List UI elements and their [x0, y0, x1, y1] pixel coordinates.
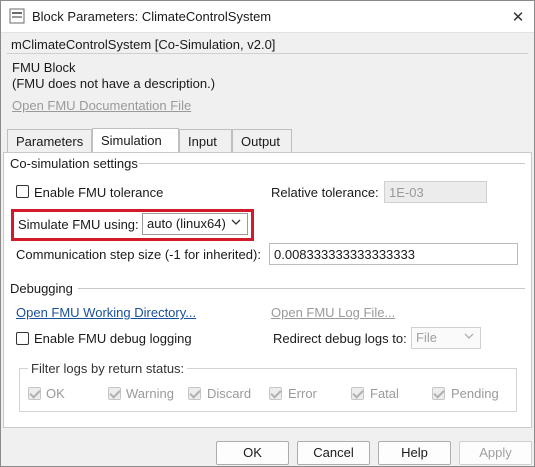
block-description: (FMU does not have a description.) [12, 76, 216, 91]
apply-button: Apply [459, 441, 532, 465]
redirect-logs-label: Redirect debug logs to: [273, 331, 407, 346]
filter-pending-checkbox [432, 387, 445, 400]
title-separator [1, 32, 534, 33]
filter-pending-label: Pending [451, 386, 499, 401]
title-bar: Block Parameters: ClimateControlSystem ✕ [1, 1, 534, 32]
filter-ok-label: OK [46, 386, 65, 401]
chevron-down-icon [464, 331, 474, 343]
fmu-title: mClimateControlSystem [Co-Simulation, v2… [11, 37, 276, 52]
step-size-field[interactable] [269, 243, 518, 265]
cosim-group-divider [139, 163, 525, 164]
filter-error-checkbox [269, 387, 282, 400]
window-title: Block Parameters: ClimateControlSystem [32, 9, 272, 24]
simulate-using-highlight [11, 209, 254, 241]
block-type: FMU Block [12, 60, 76, 75]
open-documentation-link[interactable]: Open FMU Documentation File [12, 98, 191, 113]
enable-tolerance-label: Enable FMU tolerance [34, 185, 164, 200]
relative-tolerance-label: Relative tolerance: [271, 185, 379, 200]
help-button[interactable]: Help [378, 441, 451, 465]
cosim-group-label: Co-simulation settings [10, 156, 138, 171]
filter-discard-checkbox [188, 387, 201, 400]
tab-input[interactable]: Input [179, 129, 232, 152]
filter-warning-label: Warning [126, 386, 174, 401]
tab-output[interactable]: Output [232, 129, 292, 152]
filter-fatal-label: Fatal [370, 386, 399, 401]
cancel-button[interactable]: Cancel [297, 441, 370, 465]
tab-parameters[interactable]: Parameters [7, 129, 92, 152]
close-button[interactable]: ✕ [504, 4, 532, 29]
debugging-group-label: Debugging [10, 281, 73, 296]
filter-fatal-checkbox [351, 387, 364, 400]
close-icon: ✕ [511, 8, 525, 26]
open-working-directory-link[interactable]: Open FMU Working Directory... [16, 305, 196, 320]
block-parameters-dialog: Block Parameters: ClimateControlSystem ✕… [0, 0, 535, 467]
step-size-label: Communication step size (-1 for inherite… [16, 247, 261, 262]
ok-button[interactable]: OK [216, 441, 289, 465]
enable-debug-logging-label: Enable FMU debug logging [34, 331, 192, 346]
tab-simulation[interactable]: Simulation [92, 128, 179, 153]
simulink-app-icon [9, 8, 25, 24]
filter-error-label: Error [288, 386, 317, 401]
relative-tolerance-field [384, 181, 487, 203]
redirect-logs-value: File [416, 330, 437, 345]
debugging-group-divider [78, 288, 525, 289]
redirect-logs-select: File [411, 327, 481, 349]
enable-tolerance-checkbox[interactable] [16, 185, 29, 198]
filter-discard-label: Discard [207, 386, 252, 401]
filter-logs-title: Filter logs by return status: [28, 361, 188, 376]
enable-debug-logging-checkbox[interactable] [16, 332, 29, 345]
open-log-file-link: Open FMU Log File... [271, 305, 396, 320]
filter-ok-checkbox [28, 387, 41, 400]
filter-warning-checkbox [108, 387, 121, 400]
